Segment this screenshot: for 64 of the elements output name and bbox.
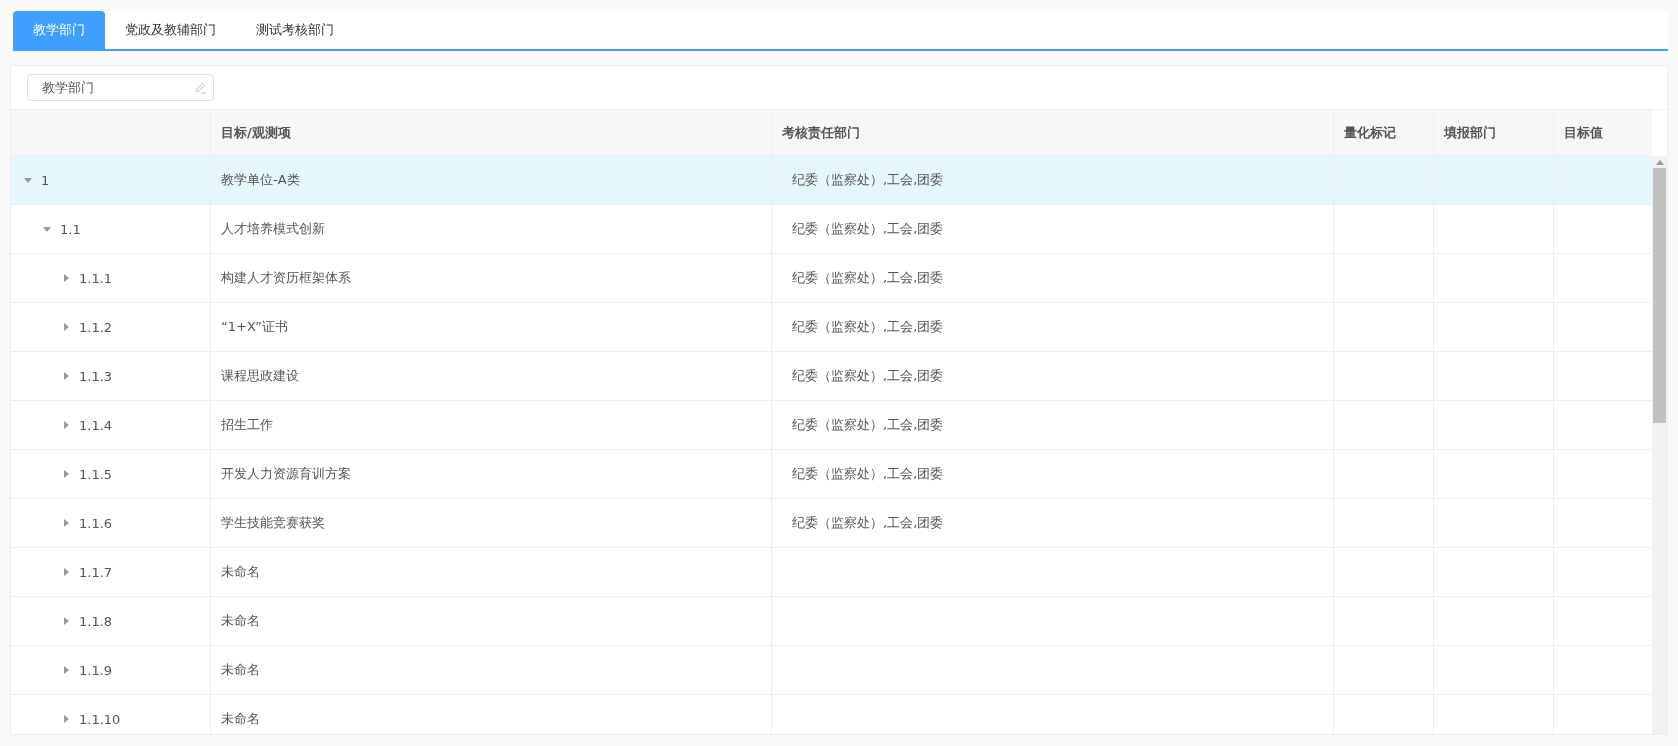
column-header: 目标/观测项 [221, 123, 291, 142]
table-cell: 未命名 [221, 710, 260, 728]
table-cell: 纪委（监察处）,工会,团委 [792, 367, 944, 385]
table-cell: 未命名 [221, 563, 260, 581]
row-number: 1.1.5 [79, 466, 113, 482]
department-field[interactable]: 教学部门 [27, 74, 214, 101]
table-row[interactable]: 1.1.9 未命名 [11, 646, 1652, 695]
row-number: 1.1.8 [79, 613, 113, 629]
caret-right-icon[interactable] [61, 567, 71, 577]
table-row[interactable]: 1.1.8 未命名 [11, 597, 1652, 646]
table-cell: “1+X”证书 [221, 318, 288, 336]
caret-right-icon[interactable] [61, 518, 71, 528]
table-cell: 纪委（监察处）,工会,团委 [792, 269, 944, 287]
caret-right-icon[interactable] [61, 665, 71, 675]
row-number: 1 [41, 172, 50, 188]
column-header: 目标值 [1564, 123, 1603, 142]
row-number: 1.1.2 [79, 319, 113, 335]
table-row[interactable]: 1 教学单位-A类 纪委（监察处）,工会,团委 [11, 156, 1652, 205]
table-row[interactable]: 1.1.2 “1+X”证书 纪委（监察处）,工会,团委 [11, 303, 1652, 352]
table-cell: 开发人力资源育训方案 [221, 465, 351, 483]
row-number: 1.1.1 [79, 270, 113, 286]
table-cell: 课程思政建设 [221, 367, 299, 385]
table-row[interactable]: 1.1.3 课程思政建设 纪委（监察处）,工会,团委 [11, 352, 1652, 401]
table-cell: 未命名 [221, 661, 260, 679]
table-row[interactable]: 1.1.6 学生技能竞赛获奖 纪委（监察处）,工会,团委 [11, 499, 1652, 548]
caret-right-icon[interactable] [61, 616, 71, 626]
table-row[interactable]: 1.1.1 构建人才资历框架体系 纪委（监察处）,工会,团委 [11, 254, 1652, 303]
row-number: 1.1.7 [79, 564, 113, 580]
row-number: 1.1.6 [79, 515, 113, 531]
caret-right-icon[interactable] [61, 273, 71, 283]
column-header: 考核责任部门 [782, 123, 860, 142]
table-row[interactable]: 1.1.5 开发人力资源育训方案 纪委（监察处）,工会,团委 [11, 450, 1652, 499]
caret-down-icon[interactable] [42, 224, 52, 234]
column-header: 填报部门 [1444, 123, 1496, 142]
vertical-scrollbar[interactable] [1652, 156, 1667, 734]
table-row[interactable]: 1.1.7 未命名 [11, 548, 1652, 597]
row-number: 1.1.4 [79, 417, 113, 433]
table-cell: 招生工作 [221, 416, 273, 434]
edit-pencil-icon[interactable] [195, 82, 207, 94]
row-number: 1.1.3 [79, 368, 113, 384]
table-row[interactable]: 1.1 人才培养模式创新 纪委（监察处）,工会,团委 [11, 205, 1652, 254]
table-cell: 纪委（监察处）,工会,团委 [792, 416, 944, 434]
table-cell: 纪委（监察处）,工会,团委 [792, 318, 944, 336]
caret-right-icon[interactable] [61, 371, 71, 381]
column-header: 量化标记 [1344, 123, 1396, 142]
caret-right-icon[interactable] [61, 714, 71, 724]
table-cell: 纪委（监察处）,工会,团委 [792, 171, 944, 189]
scrollbar-thumb[interactable] [1653, 168, 1666, 423]
table-cell: 教学单位-A类 [221, 171, 300, 189]
table-cell: 纪委（监察处）,工会,团委 [792, 465, 944, 483]
caret-right-icon[interactable] [61, 420, 71, 430]
row-number: 1.1.9 [79, 662, 113, 678]
table-cell: 未命名 [221, 612, 260, 630]
row-number: 1.1.10 [79, 711, 121, 727]
caret-right-icon[interactable] [61, 322, 71, 332]
table-cell: 人才培养模式创新 [221, 220, 325, 238]
table-cell: 构建人才资历框架体系 [221, 269, 351, 287]
caret-right-icon[interactable] [61, 469, 71, 479]
table-row[interactable]: 1.1.4 招生工作 纪委（监察处）,工会,团委 [11, 401, 1652, 450]
table-cell: 纪委（监察处）,工会,团委 [792, 220, 944, 238]
table-cell: 纪委（监察处）,工会,团委 [792, 514, 944, 532]
caret-down-icon[interactable] [23, 175, 33, 185]
table-cell: 学生技能竞赛获奖 [221, 514, 325, 532]
row-number: 1.1 [60, 221, 81, 237]
